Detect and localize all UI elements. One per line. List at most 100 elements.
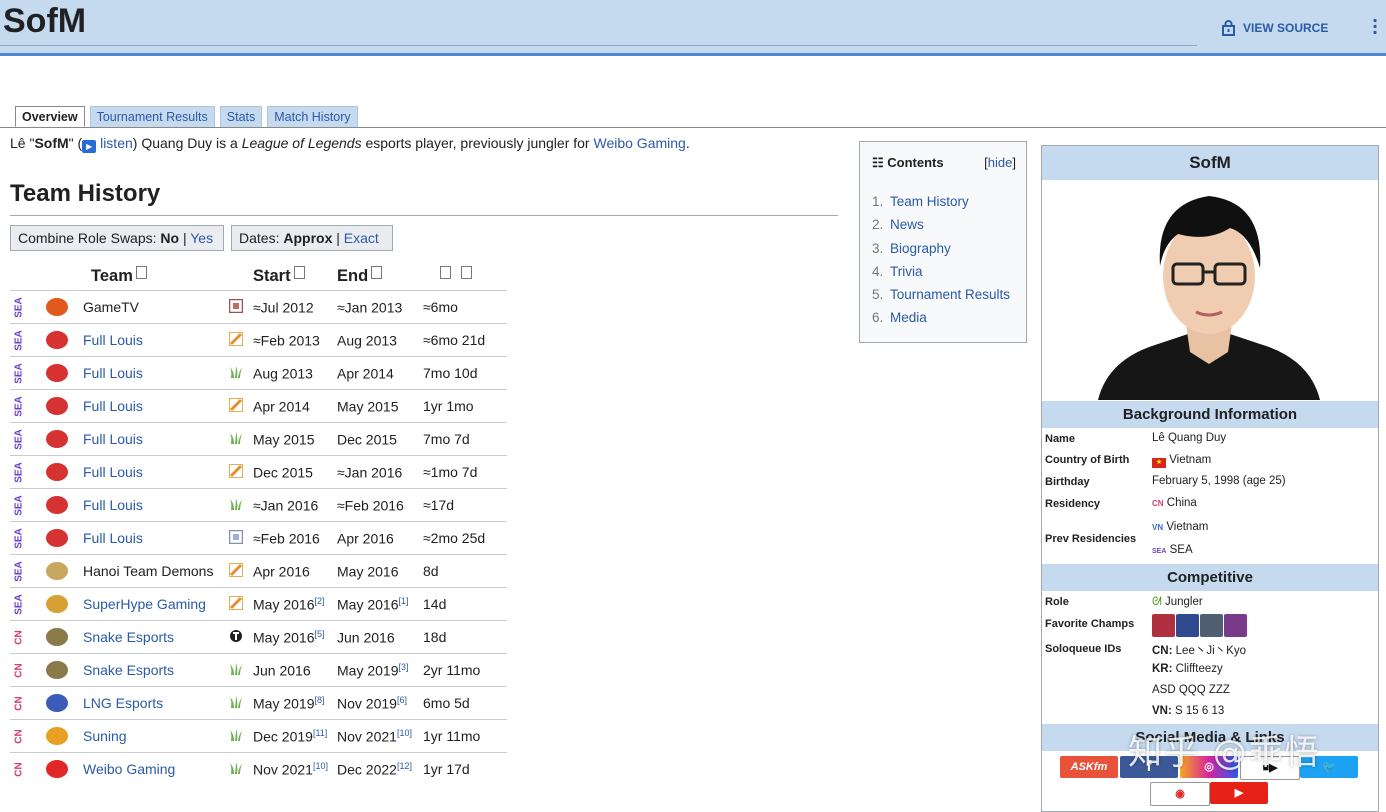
tab-overview[interactable]: Overview [15,106,85,127]
start-ref[interactable]: [11] [313,728,327,738]
role-mid-icon [229,562,243,580]
prev-residency-name: Vietnam [1166,521,1209,533]
team-logo-icon[interactable] [46,694,68,713]
start-cell: Dec 2015 [253,455,337,489]
team-logo-icon[interactable] [46,430,68,449]
role-mid-icon [229,595,243,613]
champion-icon[interactable] [1200,614,1223,637]
team-name[interactable]: Snake Esports [83,629,174,645]
listen-link[interactable]: listen [100,135,133,151]
sort-icon[interactable] [440,266,451,279]
play-icon[interactable]: ▶ [82,140,97,153]
duration-cell: 14d [423,587,507,621]
youtube-icon[interactable]: ▶ [1210,782,1268,804]
start-ref[interactable]: [8] [314,695,324,705]
role-support2-icon [228,529,244,547]
toc-link[interactable]: Biography [890,241,951,256]
region-cell: CN [10,653,31,687]
team-name[interactable]: Snake Esports [83,662,174,678]
team-logo-icon[interactable] [46,661,68,680]
end-ref[interactable]: [6] [397,695,407,705]
team-name[interactable]: Full Louis [83,365,143,381]
team-cell: Suning [83,719,229,753]
toc-hide-link[interactable]: hide [988,155,1013,170]
team-logo-icon[interactable] [46,595,68,614]
team-logo-icon[interactable] [46,760,68,779]
sort-icon[interactable] [135,266,147,279]
duration-cell: 1yr 1mo [423,389,507,423]
team-logo-icon[interactable] [46,364,68,383]
toc-item[interactable]: 3. Biography [872,241,1010,264]
toc-item[interactable]: 2. News [872,217,1010,240]
start-date: ≈Feb 2013 [253,332,320,349]
more-menu-icon[interactable]: · · · [1372,13,1378,41]
team-logo-icon[interactable] [46,463,68,482]
toc-link[interactable]: Media [890,310,927,325]
team-name[interactable]: SuperHype Gaming [83,596,206,612]
team-logo-icon[interactable] [46,397,68,416]
intro-team-link[interactable]: Weibo Gaming [593,135,685,151]
sort-icon[interactable] [293,266,305,279]
champion-icon[interactable] [1152,614,1175,637]
table-of-contents: ☷ Contents [hide] 1. Team History 2. News 3.… [859,141,1027,343]
duration: 2yr 11mo [423,662,481,678]
sort-icon[interactable] [461,266,472,279]
end-ref[interactable]: [3] [398,662,408,672]
duration: 1yr 1mo [423,398,474,414]
champion-icon[interactable] [1224,614,1247,637]
toc-link[interactable]: Tournament Results [890,287,1010,302]
toc-item[interactable]: 4. Trivia [872,264,1010,287]
team-logo-icon[interactable] [46,529,68,548]
toc-item[interactable]: 6. Media [872,310,1010,333]
champion-icon[interactable] [1176,614,1199,637]
team-cell: SuperHype Gaming [83,587,229,621]
team-logo-icon[interactable] [46,496,68,515]
role-cell [228,521,253,555]
team-logo-icon [46,298,68,317]
askfm-link[interactable]: ASKfm [1060,756,1118,778]
favorite-champs [1152,614,1248,637]
duration: ≈17d [423,497,455,513]
page-title: SofM [3,2,87,40]
team-cell: LNG Esports [83,686,229,720]
tab-match-history[interactable]: Match History [267,106,358,127]
role-swap-yes[interactable]: Yes [190,230,213,246]
toc-link[interactable]: Team History [890,194,969,209]
view-source-button[interactable]: VIEW SOURCE [1222,20,1328,36]
toc-link[interactable]: Trivia [890,264,923,279]
end-ref[interactable]: [10] [397,728,412,738]
team-name[interactable]: Suning [83,728,127,744]
team-name[interactable]: Full Louis [83,530,143,546]
team-name[interactable]: Weibo Gaming [83,761,175,777]
team-name[interactable]: Full Louis [83,464,143,480]
start-ref[interactable]: [5] [314,629,324,639]
toc-item[interactable]: 5. Tournament Results [872,287,1010,310]
region-tag: CN [13,761,25,777]
dates-approx[interactable]: Approx [283,230,332,246]
role-swap-no[interactable]: No [160,230,179,246]
tab-stats[interactable]: Stats [219,106,263,127]
intro-text: esports player, previously jungler for [361,135,594,151]
table-row: CN Snake Esports Jun 2016 May 2019[3] 2yr 11… [10,653,507,687]
start-ref[interactable]: [10] [313,761,328,771]
tab-tournament-results[interactable]: Tournament Results [89,106,215,127]
team-name[interactable]: LNG Esports [83,695,163,711]
end-ref[interactable]: [1] [398,596,408,606]
team-logo-icon[interactable] [46,331,68,350]
team-name[interactable]: Full Louis [83,431,143,447]
end-ref[interactable]: [12] [397,761,412,771]
dates-exact[interactable]: Exact [344,230,379,246]
table-row: CN Snake Esports May 2016[5] Jun 2016 18d [10,620,507,654]
start-ref[interactable]: [2] [314,596,324,606]
team-name[interactable]: Full Louis [83,497,143,513]
team-name[interactable]: Full Louis [83,332,143,348]
weibo-icon[interactable]: ◉ [1150,782,1210,806]
team-name[interactable]: Full Louis [83,398,143,414]
team-logo-icon[interactable] [46,628,68,647]
toc-link[interactable]: News [890,217,924,232]
infobox-competitive-header: Competitive [1042,564,1378,591]
sort-icon[interactable] [371,266,383,279]
team-logo-icon[interactable] [46,727,68,746]
toc-item[interactable]: 1. Team History [872,194,1010,217]
role-cell [229,356,253,390]
